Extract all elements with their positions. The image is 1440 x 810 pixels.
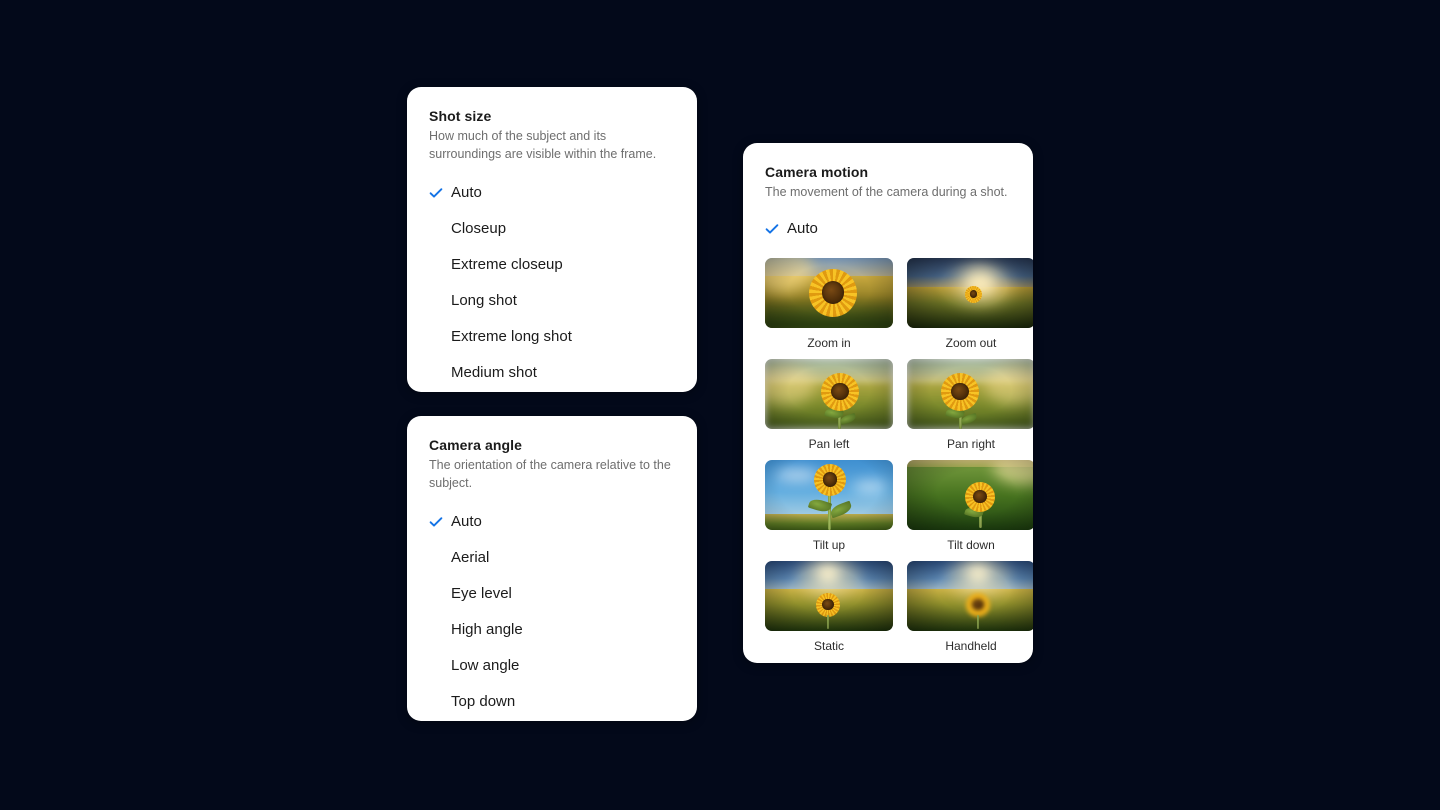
- camera-angle-option-auto[interactable]: Auto: [407, 504, 697, 540]
- camera-angle-description: The orientation of the camera relative t…: [429, 458, 671, 490]
- thumbnail-caption: Tilt up: [812, 537, 846, 552]
- option-label: Closeup: [451, 220, 507, 237]
- thumbnail-image-pan-right[interactable]: [907, 358, 1033, 429]
- shot-size-description: How much of the subject and its surround…: [429, 129, 657, 161]
- thumbnail-image-handheld[interactable]: [907, 560, 1033, 631]
- camera-motion-thumb-zoom-out[interactable]: Zoom out: [907, 257, 1033, 351]
- option-label: Long shot: [451, 292, 517, 309]
- thumbnail-image-tilt-up[interactable]: [765, 459, 893, 530]
- option-label: High angle: [451, 621, 523, 638]
- shot-size-option-closeup[interactable]: Closeup: [407, 211, 697, 247]
- thumbnail-caption: Pan right: [946, 436, 996, 451]
- shot-size-option-medium-shot[interactable]: Medium shot: [407, 355, 697, 391]
- camera-motion-thumbnail-grid: Zoom in Zoom out Pan left Pan right Tilt…: [743, 246, 1033, 664]
- option-label: Auto: [787, 219, 818, 237]
- camera-motion-thumb-tilt-down[interactable]: Tilt down: [907, 459, 1033, 553]
- thumbnail-caption: Zoom in: [807, 335, 851, 350]
- camera-motion-card: Camera motion The movement of the camera…: [743, 143, 1033, 663]
- check-icon: [429, 186, 451, 200]
- thumbnail-image-static[interactable]: [765, 560, 893, 631]
- option-label: Extreme long shot: [451, 328, 572, 345]
- shot-size-option-list: Auto Closeup Extreme closeup Long shot E…: [407, 163, 697, 391]
- camera-angle-option-aerial[interactable]: Aerial: [407, 540, 697, 576]
- shot-size-card: Shot size How much of the subject and it…: [407, 87, 697, 392]
- camera-angle-option-high-angle[interactable]: High angle: [407, 612, 697, 648]
- option-label: Auto: [451, 513, 482, 530]
- thumbnail-caption: Zoom out: [945, 335, 997, 350]
- shot-size-option-auto[interactable]: Auto: [407, 175, 697, 211]
- thumbnail-caption: Static: [813, 638, 844, 653]
- thumbnail-image-zoom-out[interactable]: [907, 257, 1033, 328]
- thumbnail-caption: Pan left: [808, 436, 850, 451]
- camera-motion-thumb-handheld[interactable]: Handheld: [907, 560, 1033, 654]
- app-background: Shot size How much of the subject and it…: [0, 0, 1440, 810]
- camera-motion-thumb-static[interactable]: Static: [765, 560, 893, 654]
- thumbnail-caption: Tilt down: [947, 537, 995, 552]
- camera-motion-thumb-pan-right[interactable]: Pan right: [907, 358, 1033, 452]
- camera-motion-header: Camera motion The movement of the camera…: [743, 143, 1033, 202]
- shot-size-option-extreme-long-shot[interactable]: Extreme long shot: [407, 319, 697, 355]
- thumbnail-image-tilt-down[interactable]: [907, 459, 1033, 530]
- option-label: Low angle: [451, 657, 520, 674]
- shot-size-title: Shot size: [429, 108, 492, 124]
- option-label: Eye level: [451, 585, 512, 602]
- camera-angle-card: Camera angle The orientation of the came…: [407, 416, 697, 721]
- thumbnail-image-zoom-in[interactable]: [765, 257, 893, 328]
- camera-motion-thumb-pan-left[interactable]: Pan left: [765, 358, 893, 452]
- camera-angle-option-top-down[interactable]: Top down: [407, 684, 697, 720]
- option-label: Aerial: [451, 549, 490, 566]
- camera-angle-header: Camera angle The orientation of the came…: [407, 416, 697, 492]
- camera-motion-title: Camera motion: [765, 164, 869, 180]
- camera-motion-thumb-tilt-up[interactable]: Tilt up: [765, 459, 893, 553]
- shot-size-header: Shot size How much of the subject and it…: [407, 87, 697, 163]
- camera-angle-title: Camera angle: [429, 437, 523, 453]
- option-label: Auto: [451, 184, 482, 201]
- thumbnail-caption: Handheld: [945, 638, 997, 653]
- check-icon: [429, 515, 451, 529]
- option-label: Top down: [451, 693, 516, 710]
- option-label: Medium shot: [451, 364, 537, 381]
- camera-motion-description: The movement of the camera during a shot…: [765, 185, 1008, 199]
- thumbnail-image-pan-left[interactable]: [765, 358, 893, 429]
- option-label: Extreme closeup: [451, 256, 563, 273]
- camera-motion-thumb-zoom-in[interactable]: Zoom in: [765, 257, 893, 351]
- check-icon: [765, 222, 787, 236]
- camera-angle-option-eye-level[interactable]: Eye level: [407, 576, 697, 612]
- camera-angle-option-low-angle[interactable]: Low angle: [407, 648, 697, 684]
- camera-motion-option-auto[interactable]: Auto: [743, 212, 1033, 246]
- shot-size-option-extreme-closeup[interactable]: Extreme closeup: [407, 247, 697, 283]
- camera-angle-option-list: Auto Aerial Eye level High angle Low ang…: [407, 492, 697, 720]
- shot-size-option-long-shot[interactable]: Long shot: [407, 283, 697, 319]
